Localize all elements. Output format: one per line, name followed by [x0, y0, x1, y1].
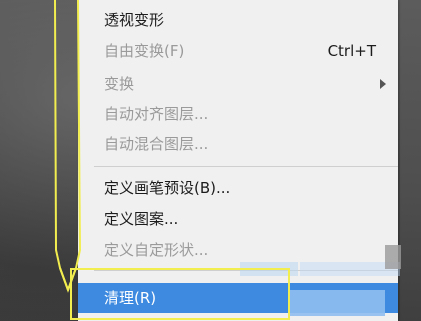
down-arrow-annotation	[54, 0, 81, 293]
